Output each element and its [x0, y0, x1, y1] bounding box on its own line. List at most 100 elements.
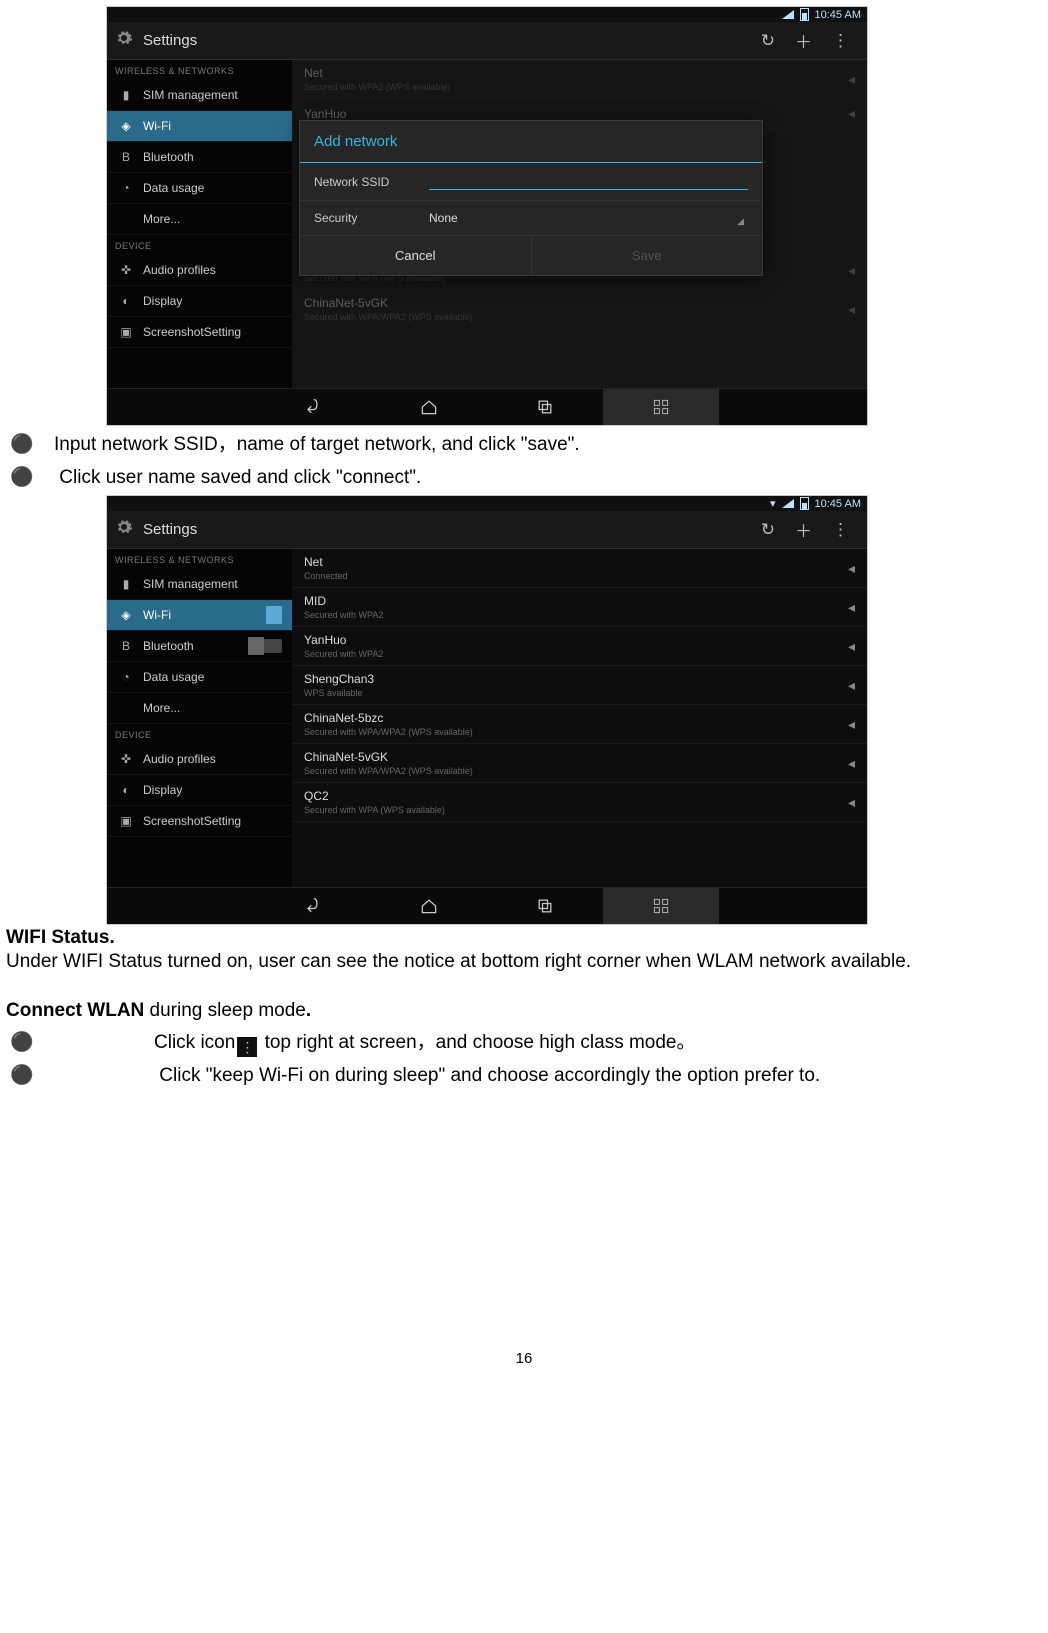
ssid-row: Network SSID	[300, 163, 762, 201]
screenshot-button[interactable]	[603, 888, 719, 924]
sidebar-item-wifi[interactable]: ◈Wi-Fi	[107, 600, 292, 631]
refresh-icon[interactable]: ↻	[761, 520, 775, 540]
home-button[interactable]	[371, 888, 487, 924]
sidebar-item-screenshot[interactable]: ▣ScreenshotSetting	[107, 317, 292, 348]
bullet-text: ⚫Click icon⋮ top right at screen，and cho…	[10, 1030, 1044, 1057]
security-label: Security	[314, 211, 429, 225]
title-bar: Settings ↻ ＋ ⋮	[107, 22, 867, 60]
network-row[interactable]: NetConnected◂	[292, 549, 867, 588]
wifi-signal-icon: ◂	[848, 560, 855, 577]
category-device: DEVICE	[107, 235, 292, 255]
network-row[interactable]: QC2Secured with WPA (WPS available)◂	[292, 783, 867, 822]
wifi-icon: ◈	[117, 608, 135, 622]
ssid-input[interactable]	[429, 173, 748, 190]
sidebar-item-audio[interactable]: ✜Audio profiles	[107, 255, 292, 286]
home-button[interactable]	[371, 389, 487, 425]
clock: 10:45 AM	[815, 498, 861, 510]
sidebar-item-wifi[interactable]: ◈Wi-Fi	[107, 111, 292, 142]
sidebar-item-display[interactable]: ◐Display	[107, 775, 292, 806]
title-bar: Settings ↻ ＋ ⋮	[107, 511, 867, 549]
add-network-dialog: Add network Network SSID Security None C…	[299, 120, 763, 276]
overflow-icon[interactable]: ⋮	[832, 31, 849, 51]
sidebar-item-screenshot[interactable]: ▣ScreenshotSetting	[107, 806, 292, 837]
network-row[interactable]: NetSecured with WPA2 (WPS available)◂	[292, 60, 867, 99]
add-icon[interactable]: ＋	[795, 28, 812, 53]
sidebar-item-data-usage[interactable]: ◔Data usage	[107, 662, 292, 693]
back-button[interactable]	[255, 389, 371, 425]
refresh-icon[interactable]: ↻	[761, 31, 775, 51]
display-icon: ◐	[117, 294, 135, 308]
settings-icon	[115, 518, 133, 541]
sidebar-item-data-usage[interactable]: ◔Data usage	[107, 173, 292, 204]
heading-connect-wlan: Connect WLAN during sleep mode.	[6, 998, 1036, 1025]
sidebar-item-display[interactable]: ◐Display	[107, 286, 292, 317]
page-number: 16	[4, 1350, 1044, 1397]
bluetooth-icon: B	[117, 639, 135, 653]
network-row[interactable]: YanHuoSecured with WPA2◂	[292, 627, 867, 666]
wifi-status-icon: ▾	[770, 497, 776, 510]
security-select[interactable]: None	[429, 211, 748, 225]
page-title: Settings	[143, 521, 751, 538]
wifi-signal-icon: ◂	[848, 71, 855, 88]
camera-icon: ▣	[117, 325, 135, 339]
network-row[interactable]: ChinaNet-5bzcSecured with WPA/WPA2 (WPS …	[292, 705, 867, 744]
data-icon: ◔	[117, 670, 135, 684]
battery-icon	[800, 497, 809, 510]
data-icon: ◔	[117, 181, 135, 195]
audio-icon: ✜	[117, 263, 135, 277]
nav-bar	[107, 887, 867, 924]
settings-icon	[115, 29, 133, 52]
save-button[interactable]: Save	[532, 236, 763, 275]
wifi-toggle[interactable]	[248, 608, 282, 622]
sidebar-item-sim[interactable]: ▮SIM management	[107, 80, 292, 111]
wifi-list: NetConnected◂ MIDSecured with WPA2◂ YanH…	[292, 549, 867, 887]
wifi-icon: ◈	[117, 119, 135, 133]
battery-icon	[800, 8, 809, 21]
status-bar: ▾ 10:45 AM	[107, 496, 867, 511]
paragraph: Under WIFI Status turned on, user can se…	[6, 949, 1036, 976]
bluetooth-icon: B	[117, 150, 135, 164]
sidebar-item-bluetooth[interactable]: BBluetooth	[107, 631, 292, 662]
sidebar-item-more[interactable]: More...	[107, 204, 292, 235]
screenshot-add-network: 10:45 AM Settings ↻ ＋ ⋮ WIRELESS & NETWO…	[106, 6, 868, 426]
recents-button[interactable]	[487, 888, 603, 924]
heading-wifi-status: WIFI Status.	[6, 927, 1044, 949]
sidebar-item-sim[interactable]: ▮SIM management	[107, 569, 292, 600]
screenshot-button[interactable]	[603, 389, 719, 425]
wifi-signal-icon: ◂	[848, 794, 855, 811]
wifi-signal-icon: ◂	[848, 301, 855, 318]
page-title: Settings	[143, 32, 751, 49]
audio-icon: ✜	[117, 752, 135, 766]
wifi-signal-icon: ◂	[848, 677, 855, 694]
clock: 10:45 AM	[815, 9, 861, 21]
back-button[interactable]	[255, 888, 371, 924]
screenshot-wifi-list: ▾ 10:45 AM Settings ↻ ＋ ⋮ WIRELESS & NET…	[106, 495, 868, 925]
cancel-button[interactable]: Cancel	[300, 236, 532, 275]
network-row[interactable]: MIDSecured with WPA2◂	[292, 588, 867, 627]
signal-icon	[782, 499, 794, 508]
sidebar-item-bluetooth[interactable]: BBluetooth	[107, 142, 292, 173]
sidebar-item-audio[interactable]: ✜Audio profiles	[107, 744, 292, 775]
overflow-icon[interactable]: ⋮	[832, 520, 849, 540]
security-row[interactable]: Security None	[300, 201, 762, 236]
wifi-signal-icon: ◂	[848, 105, 855, 122]
wifi-signal-icon: ◂	[848, 599, 855, 616]
overflow-icon: ⋮	[237, 1037, 257, 1057]
category-device: DEVICE	[107, 724, 292, 744]
wifi-signal-icon: ◂	[848, 755, 855, 772]
nav-bar	[107, 388, 867, 425]
dialog-title: Add network	[300, 121, 762, 163]
sim-icon: ▮	[117, 88, 135, 102]
network-row[interactable]: ShengChan3WPS available◂	[292, 666, 867, 705]
network-row[interactable]: ChinaNet-5vGKSecured with WPA/WPA2 (WPS …	[292, 744, 867, 783]
network-row[interactable]: ChinaNet-5vGKSecured with WPA/WPA2 (WPS …	[292, 290, 867, 329]
signal-icon	[782, 10, 794, 19]
sim-icon: ▮	[117, 577, 135, 591]
bullet-text: ⚫ Click "keep Wi-Fi on during sleep" and…	[10, 1063, 1044, 1090]
recents-button[interactable]	[487, 389, 603, 425]
add-icon[interactable]: ＋	[795, 517, 812, 542]
sidebar-item-more[interactable]: More...	[107, 693, 292, 724]
category-wireless: WIRELESS & NETWORKS	[107, 549, 292, 569]
bluetooth-toggle[interactable]	[248, 639, 282, 653]
display-icon: ◐	[117, 783, 135, 797]
